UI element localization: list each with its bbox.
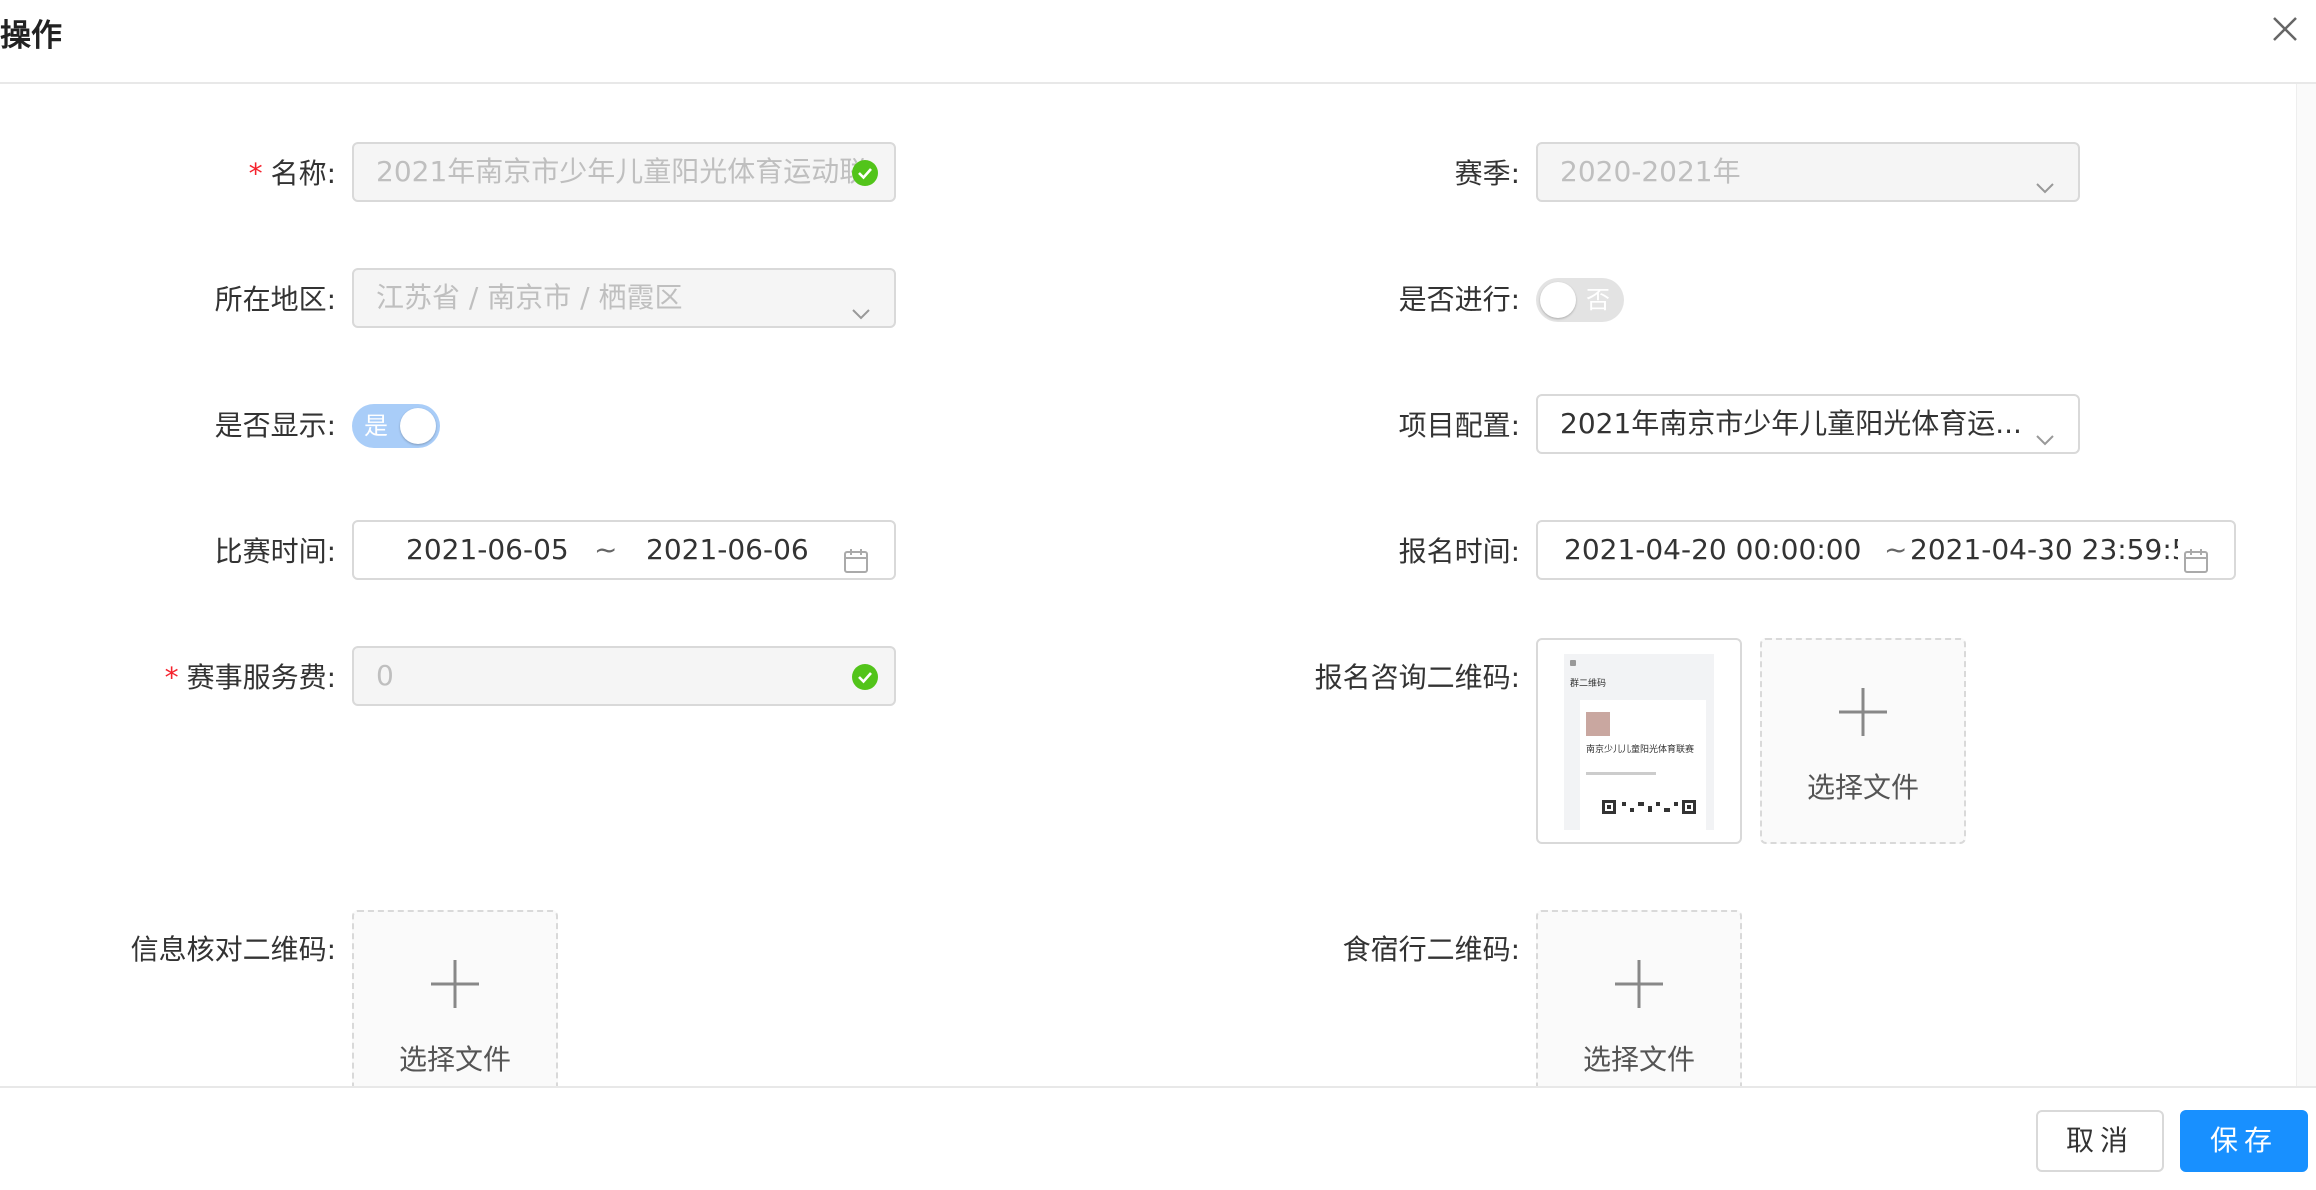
in-progress-switch[interactable]: 否 (1536, 278, 1624, 322)
plus-icon (431, 960, 479, 1008)
project-config-select[interactable]: 2021年南京市少年儿童阳光体育运... (1536, 394, 2080, 454)
name-label: * 名称: (248, 157, 336, 190)
qr-card-title: 南京少儿儿童阳光体育联赛 (1586, 745, 1695, 755)
service-fee-input[interactable]: 0 (352, 646, 896, 706)
upload-text: 选择文件 (1582, 1043, 1695, 1076)
verify-qr-label: 信息核对二维码: (130, 933, 336, 966)
calendar-icon (2182, 538, 2210, 578)
modal-title: 操作 (0, 18, 62, 54)
chevron-down-icon (850, 288, 872, 326)
signup-end-datetime[interactable]: 2021-04-30 23:59:59 (1910, 522, 2178, 578)
switch-knob (1540, 282, 1576, 318)
cancel-button[interactable]: 取消 (2036, 1110, 2164, 1172)
region-label: 所在地区: (214, 283, 336, 316)
match-end-date[interactable]: 2021-06-06 (646, 522, 809, 578)
close-icon[interactable] (2268, 12, 2302, 46)
switch-knob (400, 408, 436, 444)
match-time-label: 比赛时间: (214, 535, 336, 568)
match-start-date[interactable]: 2021-06-05 (406, 522, 569, 578)
service-fee-label: * 赛事服务费: (164, 661, 336, 694)
signup-qr-label: 报名咨询二维码: (1314, 661, 1520, 694)
display-switch[interactable]: 是 (352, 404, 440, 448)
qr-card: 南京少儿儿童阳光体育联赛 (1580, 700, 1706, 830)
match-time-range-picker[interactable]: 2021-06-05 ~ 2021-06-06 (352, 520, 896, 580)
season-value: 2020-2021年 (1560, 155, 1741, 188)
range-separator: ~ (594, 533, 618, 566)
calendar-icon (842, 538, 870, 578)
switch-text: 是 (364, 412, 388, 440)
modal-footer: 取消 保存 (0, 1086, 2316, 1190)
signup-start-datetime[interactable]: 2021-04-20 00:00:00 (1564, 522, 1884, 578)
thumb-header: 群二维码 (1570, 679, 1607, 689)
season-label: 赛季: (1454, 157, 1520, 190)
in-progress-label: 是否进行: (1398, 283, 1520, 316)
signup-time-label: 报名时间: (1398, 535, 1520, 568)
region-value: 江苏省 / 南京市 / 栖霞区 (376, 281, 683, 314)
success-check-icon (852, 160, 878, 186)
plus-icon (1615, 960, 1663, 1008)
scrollbar[interactable] (2296, 84, 2316, 1086)
edit-modal: 操作 * 名称: 2021年南京市少年儿童阳光体育运动联 赛季: 2020-202… (0, 0, 2316, 1190)
range-separator: ~ (1884, 533, 1908, 566)
project-config-value: 2021年南京市少年儿童阳光体育运... (1560, 407, 2022, 440)
signup-time-range-picker[interactable]: 2021-04-20 00:00:00 ~ 2021-04-30 23:59:5… (1536, 520, 2236, 580)
save-button[interactable]: 保存 (2180, 1110, 2308, 1172)
name-input[interactable]: 2021年南京市少年儿童阳光体育运动联 (352, 142, 896, 202)
lodging-qr-label: 食宿行二维码: (1342, 933, 1520, 966)
signup-qr-thumbnail[interactable]: 群二维码 南京少儿儿童阳光体育联赛 (1536, 638, 1742, 844)
signup-qr-upload[interactable]: 选择文件 (1760, 638, 1966, 844)
service-fee-value: 0 (376, 659, 394, 692)
qr-code-icon (1602, 800, 1696, 814)
phone-screenshot: 群二维码 南京少儿儿童阳光体育联赛 (1564, 654, 1714, 830)
status-bar (1570, 660, 1576, 666)
project-config-label: 项目配置: (1398, 409, 1520, 442)
modal-header: 操作 (0, 0, 2316, 84)
display-label: 是否显示: (214, 409, 336, 442)
season-select[interactable]: 2020-2021年 (1536, 142, 2080, 202)
upload-text: 选择文件 (1806, 771, 1919, 804)
required-mark: * (164, 661, 179, 694)
plus-icon (1839, 688, 1887, 736)
required-mark: * (248, 157, 263, 190)
upload-text: 选择文件 (398, 1043, 511, 1076)
group-avatar (1586, 712, 1610, 736)
qr-card-subtitle (1586, 772, 1656, 775)
success-check-icon (852, 664, 878, 690)
region-cascader[interactable]: 江苏省 / 南京市 / 栖霞区 (352, 268, 896, 328)
chevron-down-icon (2034, 414, 2056, 452)
switch-text: 否 (1586, 286, 1610, 314)
chevron-down-icon (2034, 162, 2056, 200)
name-value: 2021年南京市少年儿童阳光体育运动联 (376, 155, 868, 188)
